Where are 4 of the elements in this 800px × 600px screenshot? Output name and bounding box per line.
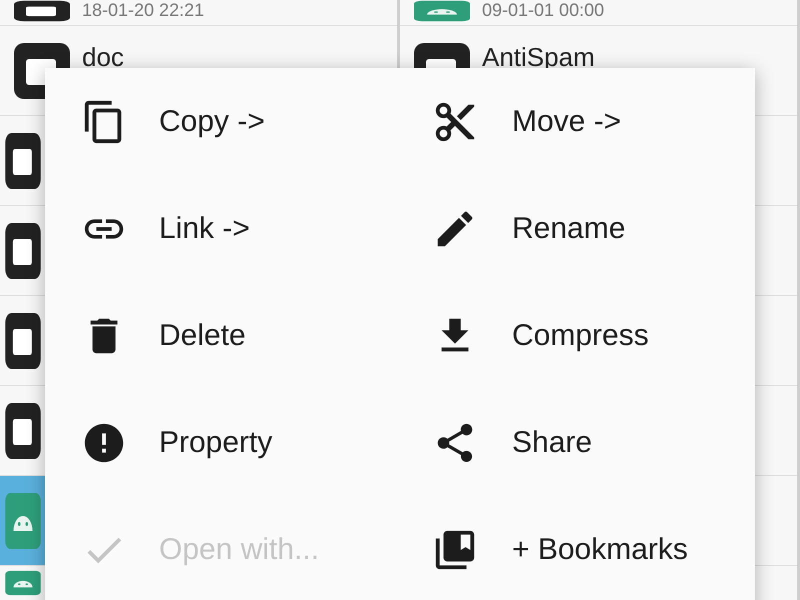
file-name: doc [82, 42, 124, 73]
file-date: 09-01-01 00:00 [482, 0, 604, 21]
file-name: AntiSpam [482, 42, 595, 73]
file-date: 18-01-20 22:21 [82, 0, 204, 21]
